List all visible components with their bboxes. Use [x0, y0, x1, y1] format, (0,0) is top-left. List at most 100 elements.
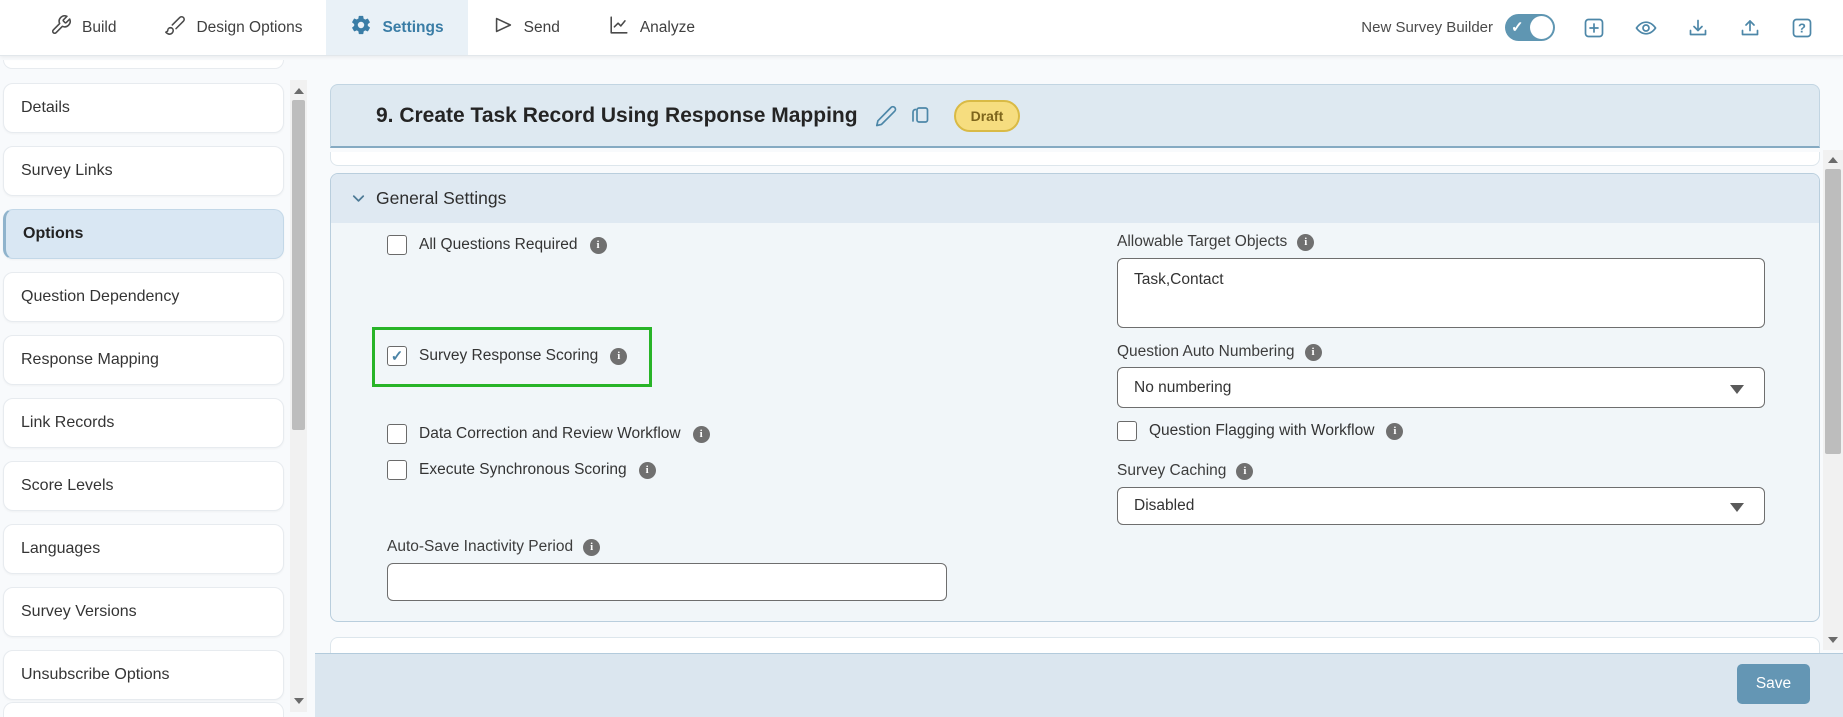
tab-send[interactable]: Send: [468, 0, 584, 55]
data-correction-checkbox[interactable]: [387, 424, 407, 444]
download-icon[interactable]: [1685, 15, 1711, 41]
info-icon[interactable]: i: [1386, 422, 1404, 440]
sidebar-item-label: Options: [23, 225, 84, 242]
save-button[interactable]: Save: [1737, 664, 1810, 704]
target-objects-textarea[interactable]: Task,Contact: [1117, 258, 1765, 328]
sidebar-item-unsubscribe-options[interactable]: Unsubscribe Options: [3, 650, 284, 700]
top-navigation-bar: Build Design Options Settings Send Analy…: [0, 0, 1843, 56]
scroll-down-icon[interactable]: [1828, 637, 1838, 643]
sidebar-item-survey-links[interactable]: Survey Links: [3, 146, 284, 196]
info-icon[interactable]: i: [638, 461, 656, 479]
sidebar-item-options[interactable]: Options: [3, 209, 284, 259]
tab-analyze[interactable]: Analyze: [584, 0, 719, 55]
survey-response-scoring-label: Survey Response Scoring: [419, 347, 599, 364]
tab-settings-label: Settings: [382, 18, 444, 36]
info-icon[interactable]: i: [1304, 343, 1322, 361]
info-icon[interactable]: i: [589, 236, 607, 254]
help-icon[interactable]: ?: [1789, 15, 1815, 41]
survey-caching-label: Survey Caching: [1117, 462, 1227, 479]
new-survey-builder-toggle-group: New Survey Builder ✓: [1361, 14, 1555, 41]
upload-icon[interactable]: [1737, 15, 1763, 41]
info-icon[interactable]: i: [1236, 462, 1254, 480]
sidebar-item-label: Score Levels: [21, 477, 114, 494]
dropdown-caret-icon: [1730, 384, 1744, 394]
edit-pencil-icon[interactable]: [874, 104, 898, 128]
survey-caching-label-row: Survey Caching i: [1117, 462, 1254, 480]
execute-synchronous-scoring-label: Execute Synchronous Scoring: [419, 461, 627, 478]
autosave-period-label: Auto-Save Inactivity Period: [387, 538, 574, 555]
auto-numbering-label-row: Question Auto Numbering i: [1117, 343, 1322, 361]
sidebar-item-score-levels[interactable]: Score Levels: [3, 461, 284, 511]
scrolled-card-bottom-edge: [330, 152, 1820, 166]
new-survey-builder-label: New Survey Builder: [1361, 19, 1493, 36]
copy-icon[interactable]: [908, 104, 932, 128]
survey-response-scoring-checkbox[interactable]: ✓: [387, 346, 407, 366]
status-badge: Draft: [953, 99, 1021, 132]
sidebar-item-label: Question Dependency: [21, 288, 180, 305]
sidebar-item-link-records[interactable]: Link Records: [3, 398, 284, 448]
target-objects-label: Allowable Target Objects: [1117, 233, 1288, 250]
tab-build-label: Build: [82, 18, 117, 36]
sidebar-item-label: Details: [21, 99, 70, 116]
main-scrollbar-thumb[interactable]: [1825, 169, 1841, 454]
sidebar-item-languages[interactable]: Languages: [3, 524, 284, 574]
all-questions-required-row: All Questions Required i: [387, 235, 607, 255]
main-scrollbar[interactable]: [1823, 150, 1843, 650]
autosave-period-label-row: Auto-Save Inactivity Period i: [387, 538, 601, 556]
add-icon[interactable]: [1581, 15, 1607, 41]
question-flagging-checkbox[interactable]: [1117, 421, 1137, 441]
scroll-up-icon[interactable]: [1828, 157, 1838, 163]
sidebar-item-response-mapping[interactable]: Response Mapping: [3, 335, 284, 385]
auto-numbering-select[interactable]: No numbering: [1117, 367, 1765, 408]
tab-analyze-label: Analyze: [639, 18, 695, 36]
page-title: 9. Create Task Record Using Response Map…: [376, 103, 858, 127]
wrench-icon: [50, 14, 72, 41]
question-flagging-label: Question Flagging with Workflow: [1149, 422, 1375, 439]
gear-icon: [350, 14, 372, 41]
sidebar-scrollbar[interactable]: [290, 80, 307, 712]
execute-synchronous-scoring-row: Execute Synchronous Scoring i: [387, 460, 656, 480]
scroll-up-icon[interactable]: [293, 88, 304, 94]
section-title: General Settings: [376, 188, 507, 208]
sidebar-item-label: Response Mapping: [21, 351, 159, 368]
info-icon[interactable]: i: [692, 425, 710, 443]
execute-synchronous-scoring-checkbox[interactable]: [387, 460, 407, 480]
tab-build[interactable]: Build: [26, 0, 140, 55]
sidebar-item-label: Link Records: [21, 414, 115, 431]
next-card-top-edge: [330, 637, 1820, 653]
sidebar-item-label: Unsubscribe Options: [21, 666, 170, 683]
info-icon[interactable]: i: [583, 538, 601, 556]
info-icon[interactable]: i: [1297, 233, 1315, 251]
info-icon[interactable]: i: [610, 347, 628, 365]
sidebar-item-details[interactable]: Details: [3, 83, 284, 133]
general-settings-header[interactable]: General Settings: [331, 174, 1819, 223]
nav-tabs: Build Design Options Settings Send Analy…: [0, 0, 719, 55]
tab-settings[interactable]: Settings: [326, 0, 468, 55]
sidebar-item-label: Survey Versions: [21, 603, 137, 620]
sidebar-item-label: Languages: [21, 540, 101, 557]
survey-caching-select[interactable]: Disabled: [1117, 487, 1765, 525]
sidebar-partial-card-bottom: [3, 702, 284, 717]
preview-eye-icon[interactable]: [1633, 15, 1659, 41]
survey-header-card: 9. Create Task Record Using Response Map…: [330, 84, 1820, 148]
survey-response-scoring-row: ✓ Survey Response Scoring i: [387, 346, 628, 366]
auto-numbering-label: Question Auto Numbering: [1117, 343, 1295, 360]
sidebar-item-survey-versions[interactable]: Survey Versions: [3, 587, 284, 637]
toggle-knob: [1530, 16, 1553, 39]
paintbrush-icon: [164, 14, 186, 41]
dropdown-caret-icon: [1730, 503, 1744, 512]
tab-design-options-label: Design Options: [196, 18, 303, 36]
scroll-down-icon[interactable]: [293, 698, 304, 704]
autosave-period-input[interactable]: [387, 563, 947, 601]
send-icon: [492, 14, 514, 41]
sidebar-partial-card-top: [3, 60, 284, 69]
sidebar-item-label: Survey Links: [21, 162, 113, 179]
sidebar-item-question-dependency[interactable]: Question Dependency: [3, 272, 284, 322]
checkmark-icon: ✓: [390, 347, 404, 365]
tab-design-options[interactable]: Design Options: [140, 0, 326, 55]
survey-caching-value: Disabled: [1134, 497, 1195, 514]
sidebar-scrollbar-thumb[interactable]: [292, 100, 305, 430]
all-questions-required-checkbox[interactable]: [387, 235, 407, 255]
line-chart-icon: [608, 14, 630, 41]
new-survey-builder-switch[interactable]: ✓: [1505, 14, 1555, 41]
